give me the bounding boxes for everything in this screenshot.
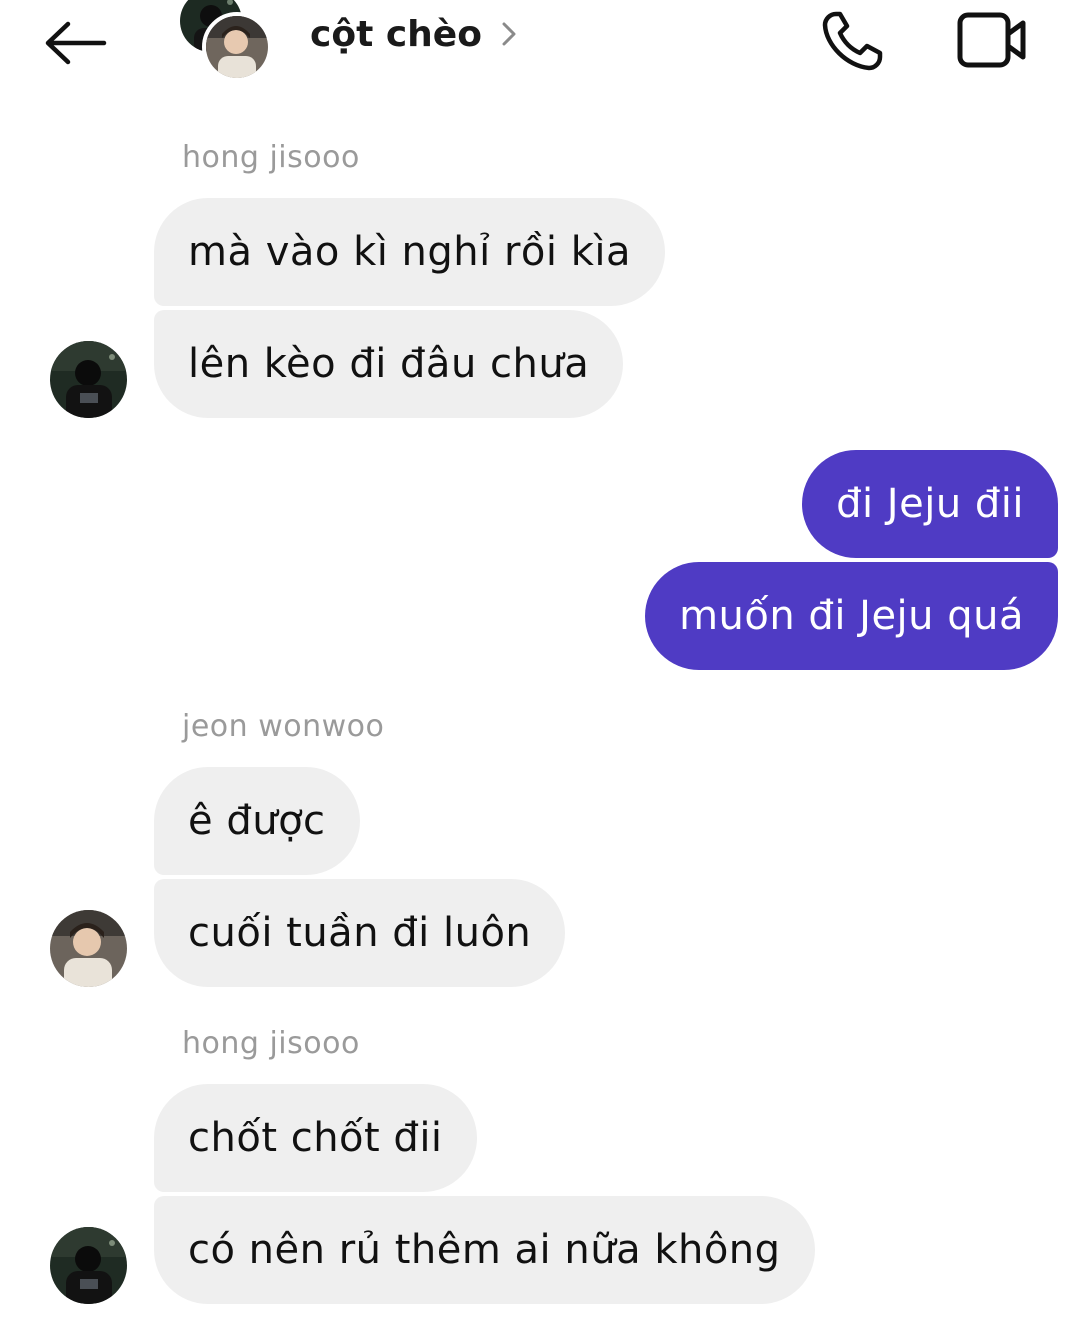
avatar-hong-jisooo[interactable] — [50, 1227, 127, 1304]
back-button[interactable] — [40, 12, 112, 72]
chat-name: cột chèo — [310, 13, 482, 55]
message-bubble[interactable]: lên kèo đi đâu chưa — [154, 310, 624, 418]
voice-call-button[interactable] — [818, 8, 888, 74]
message-bubble[interactable]: có nên rủ thêm ai nữa không — [154, 1196, 815, 1304]
sender-name: hong jisooo — [182, 1026, 360, 1061]
phone-icon — [822, 11, 883, 71]
video-camera-icon — [957, 12, 1026, 68]
arrow-left-icon — [45, 21, 107, 65]
chevron-right-icon — [502, 22, 516, 46]
message-bubble[interactable]: cuối tuần đi luôn — [154, 879, 566, 987]
group-avatar-front — [202, 12, 272, 82]
chat-header: cột chèo — [0, 0, 1080, 95]
chat-title[interactable]: cột chèo — [310, 8, 518, 60]
message-bubble-outgoing[interactable]: muốn đi Jeju quá — [645, 562, 1058, 670]
message-bubble[interactable]: chốt chốt đii — [154, 1084, 477, 1192]
message-bubble[interactable]: ê được — [154, 767, 360, 875]
avatar-jeon-wonwoo[interactable] — [50, 910, 127, 987]
sender-name: hong jisooo — [182, 140, 360, 175]
group-avatar[interactable] — [176, 0, 276, 90]
message-bubble-outgoing[interactable]: đi Jeju đii — [802, 450, 1058, 558]
video-call-button[interactable] — [955, 10, 1029, 70]
sender-name: jeon wonwoo — [182, 709, 385, 744]
avatar-hong-jisooo[interactable] — [50, 341, 127, 418]
message-bubble[interactable]: mà vào kì nghỉ rồi kìa — [154, 198, 666, 306]
